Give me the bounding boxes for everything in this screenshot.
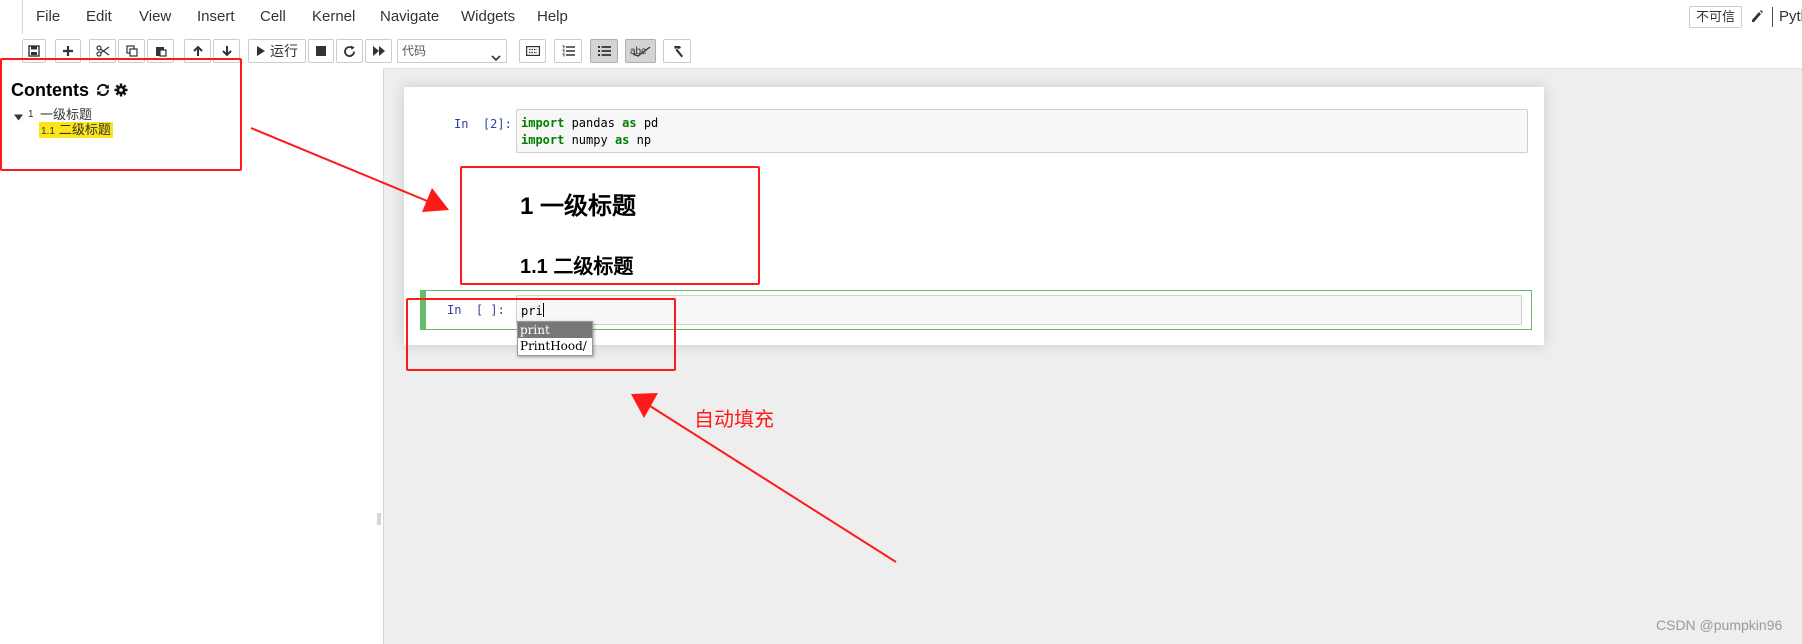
annotation-arrows <box>250 127 897 563</box>
annotation-arrow-line <box>250 127 433 204</box>
watermark: CSDN @pumpkin96 <box>1656 617 1783 633</box>
annotation-label: 自动填充 <box>694 409 774 431</box>
annotation-arrow-head <box>631 393 658 418</box>
